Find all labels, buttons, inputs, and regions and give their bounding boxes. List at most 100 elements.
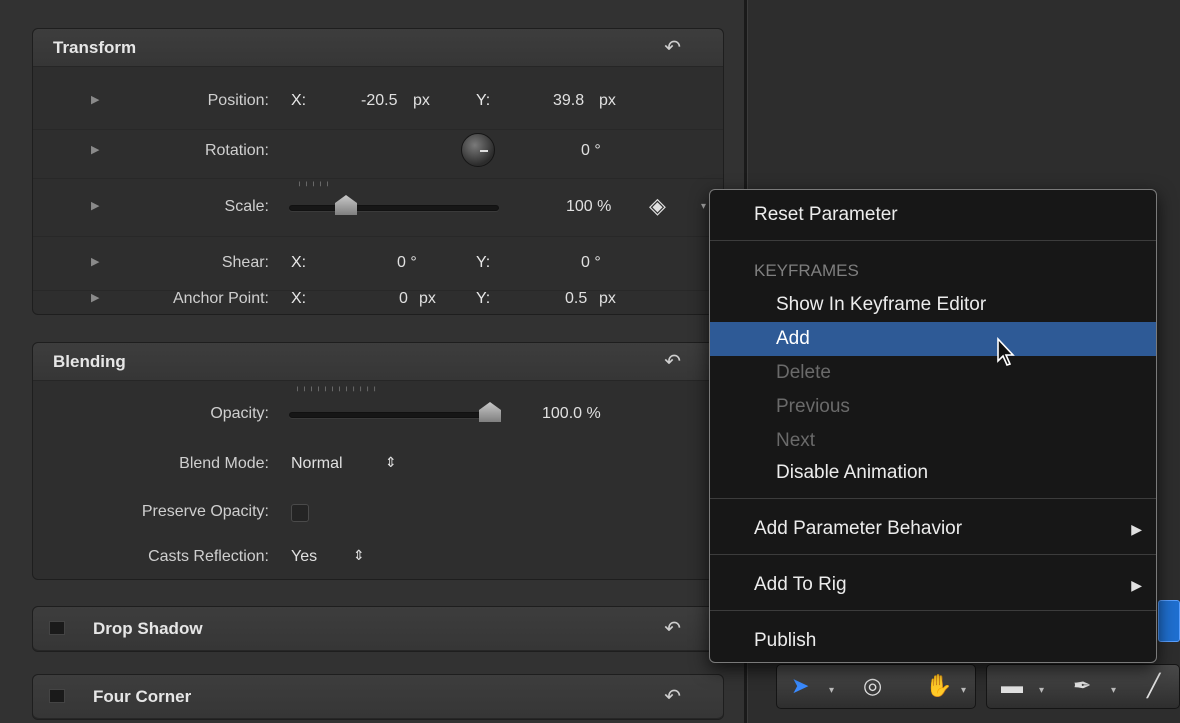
parameter-label: Blend Mode: <box>179 455 269 472</box>
scale-row: ▶ Scale: ╵ ╵ ╵ ╵ ╵ 100 % ◈ ▾ <box>33 179 723 237</box>
parameter-label: Casts Reflection: <box>148 548 269 565</box>
menu-item-label: Add Parameter Behavior <box>754 518 963 539</box>
position-y-value[interactable]: 39.8 <box>553 92 584 110</box>
select-stepper-icon[interactable]: ⇕ <box>353 547 365 564</box>
parameter-label: Rotation: <box>204 142 269 159</box>
chevron-down-icon[interactable]: ▾ <box>1111 685 1116 696</box>
arrow-pointer-icon[interactable]: ➤ <box>791 673 809 699</box>
parameter-label: Position: <box>207 92 269 109</box>
menu-item-disable-animation[interactable]: Disable Animation <box>710 456 1156 490</box>
parameter-label: Scale: <box>224 198 269 215</box>
blend-mode-select[interactable]: Normal <box>291 455 343 473</box>
anchor-y-value[interactable]: 0.5 <box>565 290 587 308</box>
menu-separator <box>710 498 1156 499</box>
menu-section-keyframes: KEYFRAMES <box>754 261 859 280</box>
group-title: Drop Shadow <box>93 619 203 638</box>
scale-value[interactable]: 100 % <box>566 198 611 216</box>
blending-group-header[interactable]: Blending ↶ <box>33 343 723 381</box>
shear-y-value[interactable]: 0 ° <box>581 254 601 272</box>
anchor-x-value[interactable]: 0 <box>399 290 408 308</box>
y-axis-label: Y: <box>476 290 491 307</box>
disclosure-triangle-icon[interactable]: ▶ <box>91 199 99 212</box>
position-x-value[interactable]: -20.5 <box>361 92 397 110</box>
context-menu: Reset Parameter KEYFRAMES Show In Keyfra… <box>709 189 1157 663</box>
menu-item-show-in-keyframe-editor[interactable]: Show In Keyframe Editor <box>710 288 1156 322</box>
casts-reflection-select[interactable]: Yes <box>291 548 317 566</box>
opacity-row: Opacity: ╵ ╵ ╵ ╵ ╵ ╵ ╵ ╵ ╵ ╵ ╵ ╵ 100.0 % <box>33 383 723 435</box>
scale-slider-thumb[interactable] <box>335 195 357 215</box>
reset-arrow-icon[interactable]: ↶ <box>664 619 681 639</box>
position-x-unit: px <box>413 92 430 109</box>
disclosure-triangle-icon[interactable]: ▶ <box>91 291 99 304</box>
rotation-value[interactable]: 0 ° <box>581 142 601 160</box>
slider-ticks: ╵ ╵ ╵ ╵ ╵ <box>297 182 330 191</box>
chevron-down-icon[interactable]: ▾ <box>961 685 966 696</box>
layer-thumbnail-icon[interactable] <box>1158 600 1180 642</box>
menu-item-label: Add To Rig <box>754 574 847 595</box>
drop-shadow-enable-checkbox[interactable] <box>49 621 65 635</box>
opacity-value[interactable]: 100.0 % <box>542 405 601 423</box>
select-stepper-icon[interactable]: ⇕ <box>385 454 397 471</box>
menu-separator <box>710 554 1156 555</box>
group-title: Transform <box>53 38 137 57</box>
reset-arrow-icon[interactable]: ↶ <box>664 352 681 372</box>
slider-ticks: ╵ ╵ ╵ ╵ ╵ ╵ ╵ ╵ ╵ ╵ ╵ ╵ <box>295 387 378 396</box>
submenu-arrow-icon: ▶ <box>1131 521 1142 537</box>
chevron-down-icon[interactable]: ▾ <box>1039 685 1044 696</box>
animation-menu-icon[interactable]: ▾ <box>701 201 706 212</box>
menu-item-reset-parameter[interactable]: Reset Parameter <box>710 198 1156 232</box>
x-axis-label: X: <box>291 290 307 307</box>
preserve-opacity-row: Preserve Opacity: <box>33 491 723 535</box>
rectangle-icon[interactable]: ▬ <box>1001 673 1023 699</box>
parameter-label: Preserve Opacity: <box>141 503 269 520</box>
reset-arrow-icon[interactable]: ↶ <box>664 687 681 707</box>
group-title: Blending <box>53 352 126 371</box>
menu-item-add-parameter-behavior[interactable]: Add Parameter Behavior ▶ <box>710 512 1156 546</box>
menu-item-next: Next <box>776 430 816 451</box>
drop-shadow-group: Drop Shadow ↶ <box>32 606 724 652</box>
rotation-row: ▶ Rotation: 0 ° <box>33 125 723 179</box>
scale-slider-track[interactable] <box>289 205 499 211</box>
paint-brush-icon[interactable]: ╱ <box>1147 673 1160 699</box>
anchor-point-row: ▶ Anchor Point: X: 0 px Y: 0.5 px <box>33 290 723 315</box>
inspector-panel: Transform ↶ ▶ Position: X: -20.5 px Y: 3… <box>0 0 746 723</box>
drop-shadow-group-header[interactable]: Drop Shadow ↶ <box>33 607 723 651</box>
keyframe-diamond-icon[interactable]: ◈ <box>649 193 666 219</box>
reset-arrow-icon[interactable]: ↶ <box>664 38 681 58</box>
menu-item-add[interactable]: Add <box>710 322 1156 356</box>
disclosure-triangle-icon[interactable]: ▶ <box>91 255 99 268</box>
y-axis-label: Y: <box>476 254 491 271</box>
mouse-cursor-icon <box>997 337 1015 366</box>
bezier-pen-icon[interactable]: ✒ <box>1073 673 1091 699</box>
menu-item-add-to-rig[interactable]: Add To Rig ▶ <box>710 568 1156 602</box>
shape-tool-group: ▬ ▾ ✒ ▾ ╱ <box>986 664 1180 709</box>
four-corner-enable-checkbox[interactable] <box>49 689 65 703</box>
y-axis-label: Y: <box>476 92 491 109</box>
3d-orbit-icon[interactable]: ◎ <box>863 673 882 699</box>
four-corner-group: Four Corner ↶ <box>32 674 724 720</box>
transform-group-header[interactable]: Transform ↶ <box>33 29 723 67</box>
chevron-down-icon[interactable]: ▾ <box>829 685 834 696</box>
opacity-slider-track[interactable] <box>289 412 499 418</box>
four-corner-group-header[interactable]: Four Corner ↶ <box>33 675 723 719</box>
submenu-arrow-icon: ▶ <box>1131 577 1142 593</box>
tool-group: ➤ ▾ ◎ ✋ ▾ <box>776 664 976 709</box>
opacity-slider-thumb[interactable] <box>479 402 501 422</box>
menu-separator <box>710 240 1156 241</box>
preserve-opacity-checkbox[interactable] <box>291 504 309 522</box>
shear-x-value[interactable]: 0 ° <box>397 254 417 272</box>
menu-item-publish[interactable]: Publish <box>710 624 1156 658</box>
hand-icon[interactable]: ✋ <box>925 673 952 699</box>
menu-separator <box>710 610 1156 611</box>
blend-mode-row: Blend Mode: Normal ⇕ <box>33 443 723 487</box>
disclosure-triangle-icon[interactable]: ▶ <box>91 143 99 156</box>
disclosure-triangle-icon[interactable]: ▶ <box>91 93 99 106</box>
parameter-label: Shear: <box>221 254 269 271</box>
x-axis-label: X: <box>291 92 307 109</box>
group-title: Four Corner <box>93 687 192 706</box>
toolbar: ➤ ▾ ◎ ✋ ▾ ▬ ▾ ✒ ▾ ╱ <box>776 664 1180 709</box>
anchor-x-unit: px <box>419 290 436 307</box>
rotation-dial[interactable] <box>461 133 495 167</box>
transform-group: Transform ↶ ▶ Position: X: -20.5 px Y: 3… <box>32 28 724 315</box>
casts-reflection-row: Casts Reflection: Yes ⇕ <box>33 539 723 579</box>
